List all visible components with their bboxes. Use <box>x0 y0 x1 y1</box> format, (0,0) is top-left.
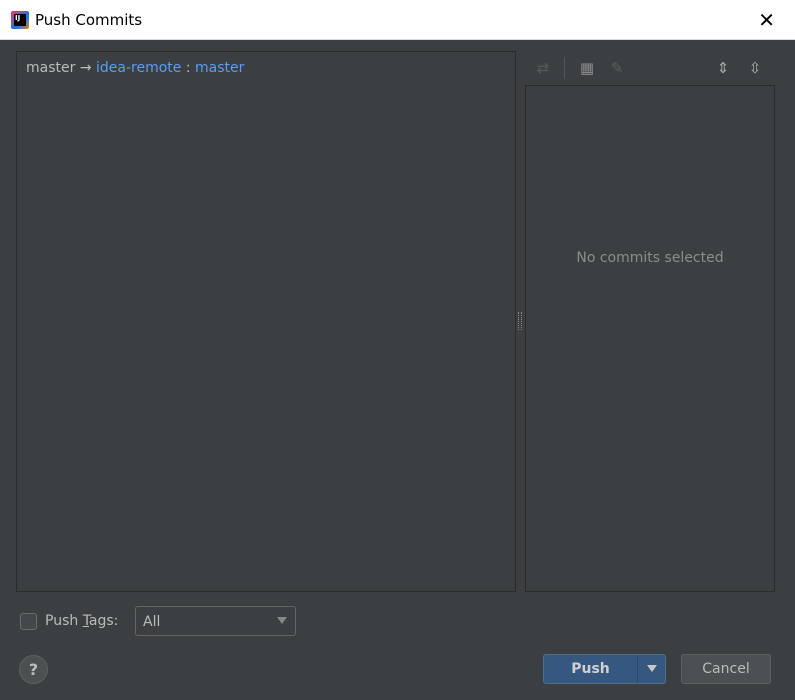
expand-all-icon[interactable]: ⇕ <box>712 57 734 79</box>
remote-branch[interactable]: master <box>195 60 244 76</box>
group-by-icon[interactable]: ▦ <box>576 57 598 79</box>
cancel-button[interactable]: Cancel <box>681 654 771 684</box>
toolbar-divider <box>564 57 565 79</box>
splitter-handle[interactable] <box>518 312 522 330</box>
details-toolbar: ⇄ ▦ ✎ ⇕ ⇳ <box>526 53 774 83</box>
window-title: Push Commits <box>35 11 143 29</box>
arrow-icon: → <box>79 60 92 76</box>
tags-select[interactable]: All <box>135 606 296 636</box>
local-branch: master <box>26 60 76 76</box>
push-target-row[interactable]: master → idea-remote : master <box>26 60 244 76</box>
push-tags-checkbox[interactable] <box>20 613 37 630</box>
help-button[interactable]: ? <box>19 655 48 684</box>
cherry-pick-icon[interactable]: ⇄ <box>532 57 554 79</box>
push-options-dropdown[interactable] <box>637 655 666 683</box>
commit-details-panel: No commits selected <box>525 85 775 592</box>
separator: : <box>185 60 191 76</box>
commits-tree-panel: master → idea-remote : master <box>16 51 516 592</box>
label-part: Push <box>45 613 83 629</box>
tags-select-value: All <box>143 614 161 630</box>
label-part: ags: <box>88 613 119 629</box>
collapse-all-icon[interactable]: ⇳ <box>744 57 766 79</box>
edit-icon[interactable]: ✎ <box>606 57 628 79</box>
empty-state-text: No commits selected <box>576 250 724 266</box>
chevron-down-icon <box>277 617 287 624</box>
title-bar: IJ Push Commits ✕ <box>0 0 795 40</box>
intellij-logo-icon: IJ <box>11 11 29 29</box>
push-tags-label: Push Tags: <box>45 613 118 629</box>
push-button-label: Push <box>571 661 610 677</box>
remote-name[interactable]: idea-remote <box>96 60 181 76</box>
close-icon[interactable]: ✕ <box>758 8 775 32</box>
push-button[interactable]: Push <box>543 654 666 684</box>
